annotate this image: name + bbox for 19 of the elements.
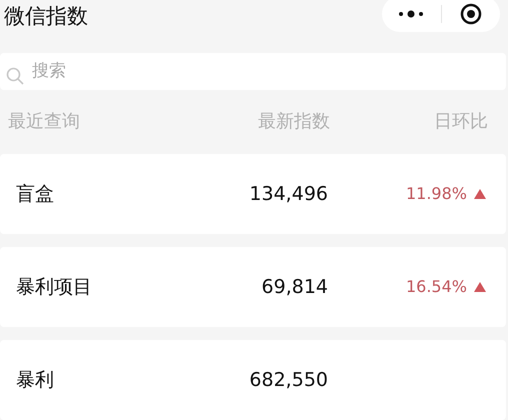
more-icon — [398, 10, 424, 18]
keyword: 盲盒 — [16, 182, 55, 207]
keyword-row[interactable]: 暴利项目 69,814 16.54% — [0, 247, 506, 328]
index-value: 134,496 — [248, 182, 328, 207]
search-field[interactable]: 搜索 — [0, 52, 506, 90]
column-header: 日环比 — [433, 110, 488, 134]
target-icon — [460, 3, 482, 26]
keyword-row[interactable]: 暴利 682,550 — [0, 340, 506, 420]
index-value: 682,550 — [248, 368, 328, 393]
keyword-row[interactable]: 盲盒 134,496 11.98% — [0, 154, 506, 234]
keyword: 暴利 — [16, 368, 55, 393]
change-value: 11.98% — [406, 183, 467, 206]
column-header: 最新指数 — [257, 110, 330, 134]
window-title: 微信指数 — [4, 2, 88, 30]
column-header: 最近查询 — [8, 110, 81, 134]
keyword: 暴利项目 — [16, 274, 93, 300]
index-value: 69,814 — [260, 274, 328, 300]
change-value: 16.54% — [406, 276, 467, 298]
search-icon — [6, 66, 24, 85]
